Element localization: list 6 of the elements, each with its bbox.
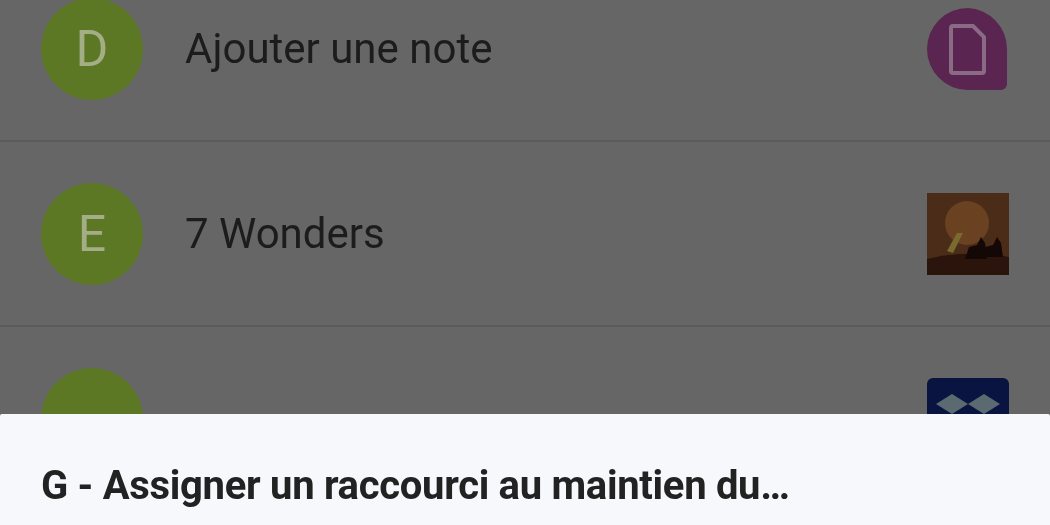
- letter-avatar: D: [41, 0, 143, 100]
- letter-avatar: E: [41, 182, 143, 285]
- sheet-title: G - Assigner un raccourci au maintien du…: [41, 462, 790, 509]
- shortcut-title[interactable]: 7 Wonders: [185, 209, 927, 258]
- note-icon: [927, 7, 1009, 90]
- shortcut-title[interactable]: Ajouter une note: [185, 24, 927, 73]
